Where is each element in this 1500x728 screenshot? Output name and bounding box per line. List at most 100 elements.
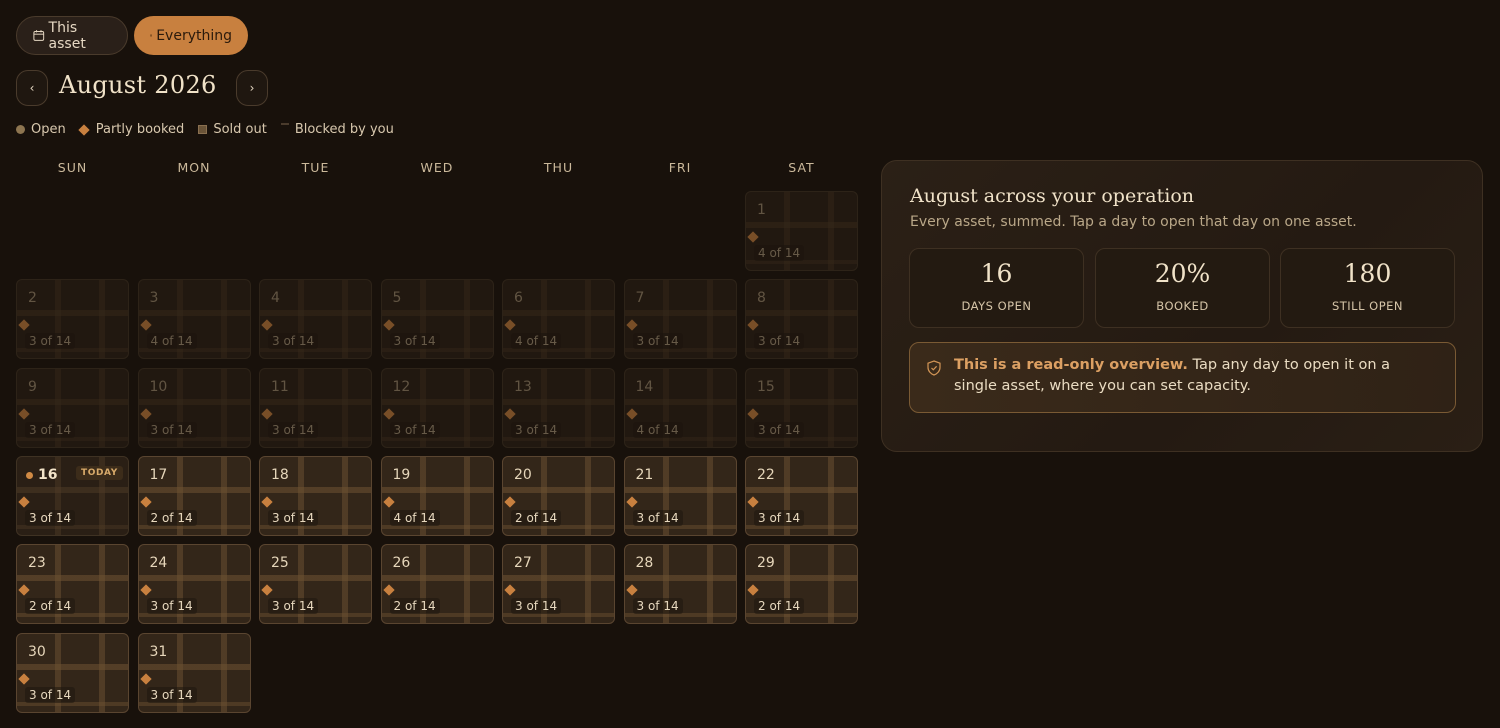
day-cell[interactable]: 29 2 of 14 [745,544,858,625]
day-number: 20 [514,466,532,483]
day-number: 26 [392,555,411,572]
weekday-label: FRI [668,160,692,175]
today-badge: TODAY [76,465,123,480]
stat-label: DAYS OPEN [961,299,1032,313]
day-cell[interactable]: 14 4 of 14 [623,367,737,448]
day-cell[interactable]: 10 3 of 14 [137,367,251,448]
day-number: 5 [392,290,402,307]
weekday-label: MON [177,160,211,175]
day-cell[interactable]: 20 2 of 14 [502,455,615,536]
day-capacity-count: 2 of 14 [511,509,562,526]
day-cell[interactable]: 17 2 of 14 [137,455,251,536]
day-cell[interactable]: 7 3 of 14 [623,279,737,360]
day-cell[interactable]: 4 3 of 14 [259,279,372,360]
partly-booked-diamond-icon [261,496,273,508]
day-number: 19 [392,466,411,483]
day-capacity-count: 3 of 14 [389,333,440,350]
everything-button[interactable]: Everything [134,16,248,55]
day-number: 15 [757,378,775,395]
stat-booked: 20% BOOKED [1095,248,1270,328]
today-dot-icon [26,471,33,479]
partly-booked-diamond-icon [139,584,152,596]
day-cell[interactable]: 16 TODAY 3 of 14 [16,455,129,536]
day-cell[interactable]: 5 3 of 14 [380,279,494,360]
partly-booked-diamond-icon [625,319,638,331]
legend-open-label: Open [31,122,66,137]
everything-label: Everything [156,27,232,44]
day-capacity-count: 3 of 14 [754,509,805,526]
day-cell[interactable]: 24 3 of 14 [137,544,251,625]
summary-panel: August across your operation Every asset… [881,160,1483,452]
day-number: 16 [38,466,58,483]
day-cell[interactable]: 9 3 of 14 [16,367,129,448]
partly-booked-diamond-icon [139,672,152,685]
partly-booked-diamond-icon [261,407,273,420]
day-number: 21 [635,466,654,483]
day-cell[interactable]: 8 3 of 14 [745,279,858,360]
partly-booked-diamond-icon [18,319,30,331]
day-cell[interactable]: 21 3 of 14 [623,455,737,536]
day-number: 23 [28,555,46,572]
day-capacity-count: 3 of 14 [632,598,683,615]
day-capacity-count: 3 of 14 [268,598,319,615]
day-capacity-count: 3 of 14 [754,333,805,350]
day-number: 25 [271,555,289,572]
next-month-button[interactable]: › [236,70,268,106]
day-cell[interactable]: 31 3 of 14 [137,632,251,713]
legend: Open Partly booked Sold out Blocked by y… [16,122,408,137]
day-cell[interactable]: 18 3 of 14 [259,455,372,536]
shield-icon [927,360,941,376]
this-asset-label: This asset [48,19,86,52]
prev-month-button[interactable]: ‹ [16,70,48,106]
view-toggle: This asset Everything [16,16,248,55]
open-dot-icon [16,125,25,134]
partly-booked-diamond-icon [261,319,273,331]
legend-open: Open [16,122,66,137]
day-capacity-count: 3 of 14 [268,421,319,438]
blocked-bar-icon [280,122,289,125]
day-capacity-count: 4 of 14 [389,509,440,526]
partly-booked-diamond-icon [382,496,395,508]
partly-booked-diamond-icon [747,584,759,596]
partly-booked-diamond-icon [504,407,516,420]
legend-blocked: Blocked by you [280,122,394,137]
weekday-label: THU [543,160,574,175]
day-cell[interactable]: 27 3 of 14 [502,544,615,625]
weekday-label: SUN [57,160,88,175]
day-capacity-count: 3 of 14 [25,421,76,438]
day-capacity-count: 3 of 14 [268,509,319,526]
day-cell[interactable]: 28 3 of 14 [623,544,737,625]
day-cell[interactable]: 13 3 of 14 [502,367,615,448]
day-cell[interactable]: 11 3 of 14 [259,367,372,448]
day-capacity-count: 3 of 14 [146,421,197,438]
day-number: 13 [514,378,532,395]
day-capacity-count: 2 of 14 [754,598,805,615]
month-title: August 2026 [59,71,217,99]
stat-label: STILL OPEN [1331,299,1404,313]
day-cell[interactable]: 1 4 of 14 [745,191,858,271]
day-cell[interactable]: 15 3 of 14 [745,367,858,448]
day-capacity-count: 2 of 14 [25,598,76,615]
day-cell[interactable]: 6 4 of 14 [502,279,615,360]
summary-title: August across your operation [910,185,1194,207]
weekday-label: SAT [788,160,815,175]
day-cell[interactable]: 30 3 of 14 [16,632,129,713]
day-cell[interactable]: 25 3 of 14 [259,544,372,625]
day-cell[interactable]: 22 3 of 14 [745,455,858,536]
day-cell[interactable]: 19 4 of 14 [380,455,494,536]
day-cell[interactable]: 2 3 of 14 [16,279,129,360]
day-cell[interactable]: 23 2 of 14 [16,544,129,625]
partly-booked-diamond-icon [139,496,152,508]
day-cell[interactable]: 3 4 of 14 [137,279,251,360]
day-capacity-count: 3 of 14 [146,686,197,703]
this-asset-button[interactable]: This asset [16,16,128,55]
day-number: 14 [635,378,654,395]
grid-icon [150,34,153,37]
partly-booked-diamond-icon [18,672,30,685]
weekday-label: TUE [301,160,330,175]
day-number: 31 [149,643,168,660]
partly-booked-diamond-icon [747,407,759,420]
legend-sold-out: Sold out [198,122,267,137]
day-cell[interactable]: 12 3 of 14 [380,367,494,448]
day-cell[interactable]: 26 2 of 14 [380,544,494,625]
